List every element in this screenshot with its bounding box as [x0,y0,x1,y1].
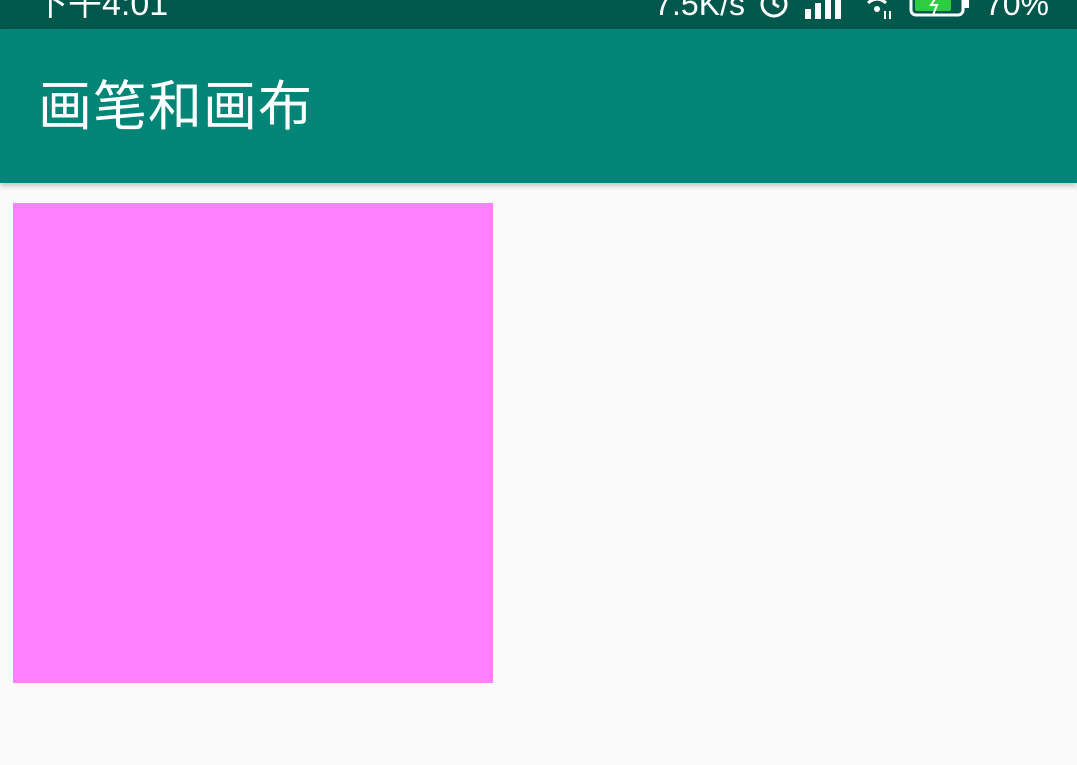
screen: 下午4:01 7.5K/s 70% 画笔和画布 [0,0,1077,765]
drawn-rectangle [13,203,493,683]
content-area [0,183,1077,765]
network-speed: 7.5K/s [654,0,745,22]
status-bar: 下午4:01 7.5K/s 70% [0,0,1077,29]
alarm-icon [759,0,789,19]
status-indicators: 7.5K/s 70% [654,0,1049,24]
page-title: 画笔和画布 [38,75,313,138]
wifi-icon [859,0,895,19]
signal-icon [803,0,845,19]
status-time: 下午4:01 [34,0,169,23]
battery-icon [909,0,971,19]
battery-percent: 70% [984,0,1049,22]
app-bar: 画笔和画布 [0,29,1077,183]
